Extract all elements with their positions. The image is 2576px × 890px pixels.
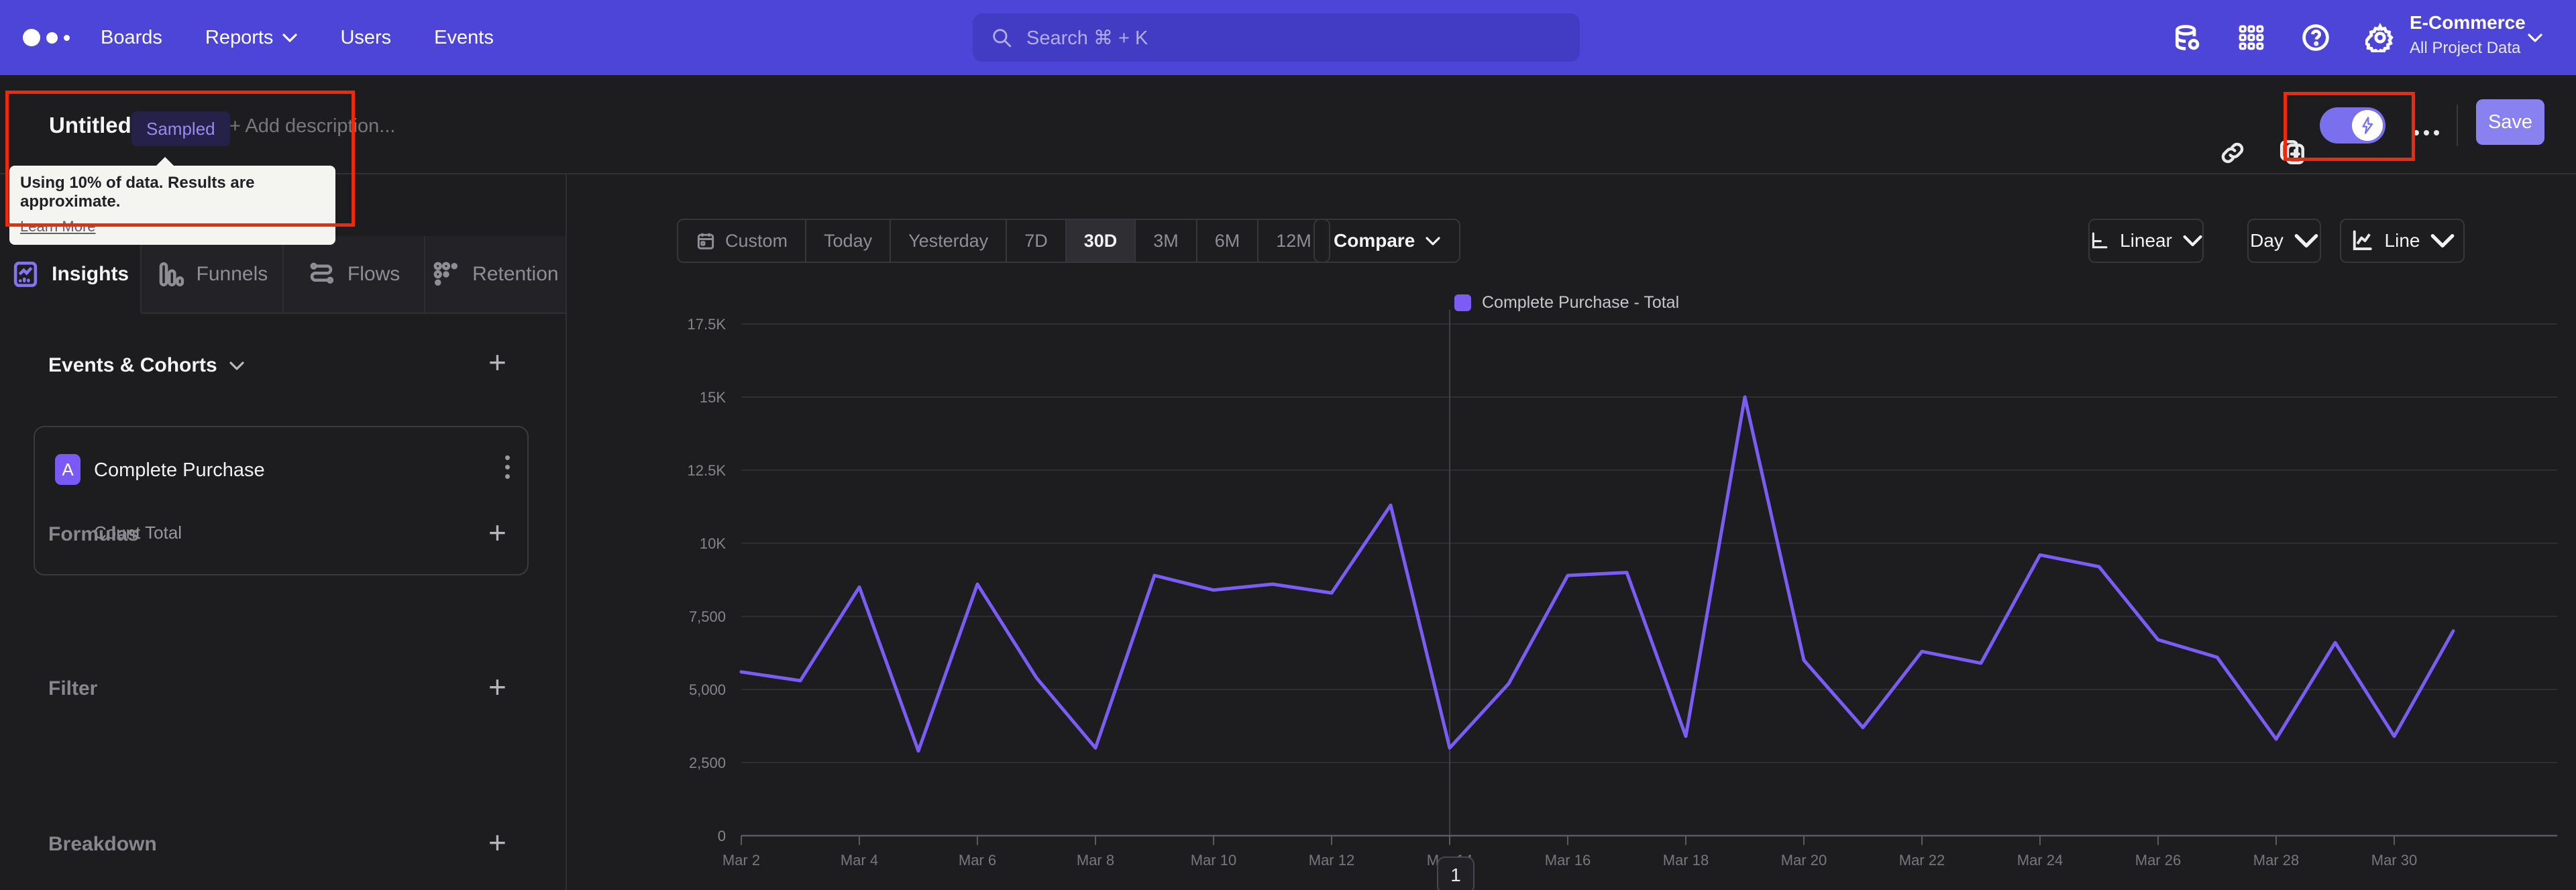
y-tick-label: 2,500 (689, 755, 726, 771)
x-tick-label: Mar 10 (1191, 852, 1236, 869)
y-tick-label: 5,000 (689, 681, 726, 698)
y-tick-label: 12.5K (688, 462, 727, 479)
y-tick-label: 0 (718, 828, 726, 844)
series-complete-purchase-total (739, 395, 2455, 753)
x-tick-label: Mar 16 (1545, 852, 1591, 869)
x-tick-label: Mar 8 (1077, 852, 1114, 869)
app-screen: Boards Reports Users Events Search ⌘ + K E-… (0, 0, 2576, 890)
x-tick-label: Mar 30 (2371, 852, 2417, 869)
x-tick-label: Mar 22 (1899, 852, 1945, 869)
annotation-box-title (5, 91, 355, 227)
x-tick-label: Mar 12 (1309, 852, 1354, 869)
line-chart[interactable]: 0 2,500 5,000 7,500 10K 12.5K 15K 17.5K Mar 2 Mar… (0, 0, 2576, 890)
x-tick-label: Mar 24 (2017, 852, 2063, 869)
x-tick-label: Mar 18 (1663, 852, 1709, 869)
pagination-page-1[interactable]: 1 (1437, 856, 1474, 890)
x-tick-label: Mar 28 (2253, 852, 2299, 869)
x-tick-label: Mar 20 (1781, 852, 1827, 869)
y-tick-label: 15K (700, 389, 726, 406)
x-tick-label: Mar 6 (959, 852, 996, 869)
y-tick-label: 10K (700, 535, 726, 552)
y-tick-label: 17.5K (688, 316, 727, 333)
x-tick-label: Mar 4 (841, 852, 878, 869)
x-tick-label: Mar 2 (722, 852, 760, 869)
y-tick-label: 7,500 (689, 608, 726, 625)
annotation-box-toggle (2284, 92, 2415, 161)
x-tick-label: Mar 26 (2135, 852, 2181, 869)
